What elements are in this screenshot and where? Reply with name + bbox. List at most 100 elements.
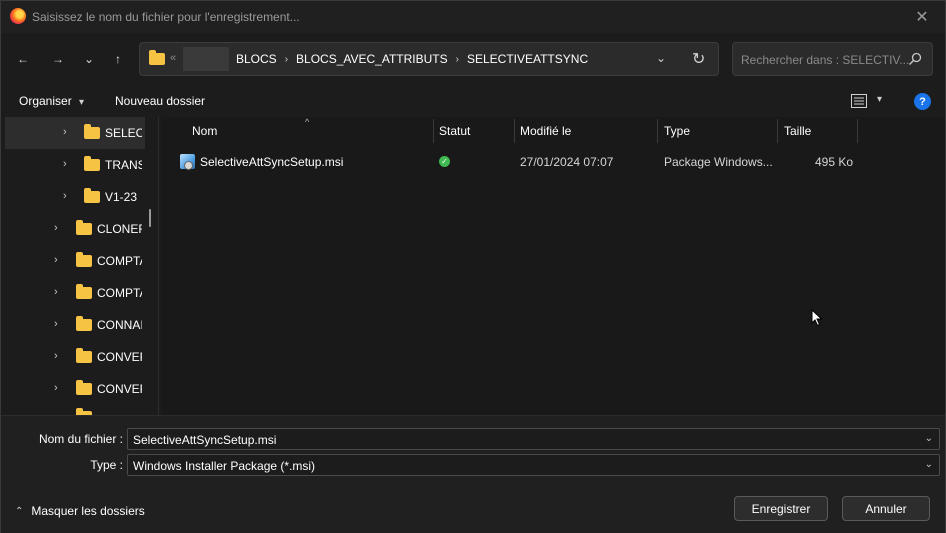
- hide-folders-label: Masquer les dossiers: [31, 504, 145, 518]
- column-header-name[interactable]: Nom ^: [161, 117, 433, 145]
- organize-button[interactable]: Organiser ▾: [19, 94, 84, 108]
- save-file-dialog: Saisissez le nom du fichier pour l'enreg…: [0, 0, 946, 533]
- chevron-right-icon[interactable]: ›: [54, 382, 58, 394]
- file-modified: 27/01/2024 07:07: [520, 155, 614, 169]
- column-label: Modifié le: [520, 124, 572, 138]
- column-header-modified[interactable]: Modifié le: [515, 117, 657, 145]
- tree-item-selectiveattsync[interactable]: › SELECTIVEATTSYNC: [5, 117, 145, 149]
- refresh-icon[interactable]: ↻: [692, 49, 705, 69]
- column-header-type[interactable]: Type: [658, 117, 777, 145]
- sort-ascending-icon: ^: [305, 117, 310, 127]
- folder-icon: [149, 50, 165, 65]
- tree-item-label: V1-23: [105, 190, 138, 204]
- forward-button[interactable]: →: [47, 48, 69, 70]
- save-button[interactable]: Enregistrer: [734, 496, 828, 521]
- column-label: Nom: [192, 124, 218, 138]
- filename-value: SelectiveAttSyncSetup.msi: [133, 433, 277, 447]
- file-list: Nom ^ Statut Modifié le Type Taille Sele…: [161, 117, 945, 415]
- column-divider[interactable]: [857, 119, 858, 143]
- close-button[interactable]: ✕: [899, 1, 945, 33]
- command-bar: Organiser ▾ Nouveau dossier ▾ ?: [1, 85, 945, 117]
- filename-label: Nom du fichier :: [38, 432, 123, 446]
- dialog-title: Saisissez le nom du fichier pour l'enreg…: [32, 10, 300, 24]
- address-dropdown-icon[interactable]: ⌄: [656, 51, 666, 65]
- folder-icon: [76, 220, 92, 235]
- firefox-icon: [10, 8, 26, 24]
- chevron-right-icon[interactable]: ›: [54, 350, 58, 362]
- folder-icon: [84, 124, 100, 139]
- recent-locations-button[interactable]: ⌄: [78, 48, 100, 70]
- tree-item-label: TRANSFERT: [105, 158, 142, 172]
- tree-item-label: CONVERSION: [97, 350, 142, 364]
- tree-item-label: CLONER: [97, 222, 142, 236]
- cancel-button[interactable]: Annuler: [842, 496, 930, 521]
- title-bar: Saisissez le nom du fichier pour l'enreg…: [1, 1, 945, 33]
- tree-item-cloner[interactable]: › CLONER: [5, 213, 145, 245]
- type-label: Type :: [90, 458, 123, 472]
- breadcrumb-item-blocs[interactable]: BLOCS: [236, 52, 277, 66]
- tree-item-label: COMPTAGE_BLOCS: [97, 286, 142, 300]
- tree-item-comptage-blocs[interactable]: › COMPTAGE_BLOCS: [5, 277, 145, 309]
- chevron-right-icon[interactable]: ›: [54, 318, 58, 330]
- search-input[interactable]: Rechercher dans : SELECTIV...: [732, 42, 933, 76]
- column-label: Type: [664, 124, 691, 138]
- new-folder-button[interactable]: Nouveau dossier: [115, 94, 205, 108]
- folder-icon: [76, 316, 92, 331]
- address-overflow-icon[interactable]: «: [170, 52, 176, 64]
- file-type-select[interactable]: Windows Installer Package (*.msi) ⌄: [127, 454, 940, 476]
- column-label: Statut: [439, 124, 471, 138]
- chevron-right-icon[interactable]: ›: [63, 158, 67, 170]
- file-type-value: Windows Installer Package (*.msi): [133, 459, 316, 473]
- address-bar[interactable]: « BLOCS › BLOCS_AVEC_ATTRIBUTS › SELECTI…: [139, 42, 719, 76]
- mouse-cursor-icon: [811, 309, 823, 327]
- chevron-up-icon: ⌃: [15, 505, 24, 517]
- tree-item-v1-23[interactable]: › V1-23: [5, 181, 145, 213]
- tree-item-convertir[interactable]: › CONVERTIR: [5, 373, 145, 405]
- tree-item-transfert[interactable]: › TRANSFERT: [5, 149, 145, 181]
- tree-item-comptage[interactable]: › COMPTAGE: [5, 245, 145, 277]
- tree-item-label: CONVERTIR: [97, 382, 142, 396]
- folder-icon: [76, 284, 92, 299]
- chevron-right-icon[interactable]: ›: [456, 54, 459, 65]
- chevron-down-icon[interactable]: ⌄: [925, 433, 933, 444]
- organize-label: Organiser: [19, 94, 72, 108]
- chevron-down-icon[interactable]: ⌄: [925, 459, 933, 470]
- table-row[interactable]: SelectiveAttSyncSetup.msi ✓ 27/01/2024 0…: [175, 151, 855, 173]
- chevron-right-icon[interactable]: ›: [63, 190, 67, 202]
- view-dropdown-icon[interactable]: ▾: [877, 94, 882, 105]
- tree-item-label: COMPTAGE: [97, 254, 142, 268]
- chevron-right-icon[interactable]: ›: [63, 126, 67, 138]
- folder-icon: [76, 348, 92, 363]
- breadcrumb-item-blocs-avec-attributs[interactable]: BLOCS_AVEC_ATTRIBUTS: [296, 52, 448, 66]
- tree-item-conversion[interactable]: › CONVERSION: [5, 341, 145, 373]
- tree-item-label: SELECTIVEATTSYNC: [105, 126, 142, 140]
- search-icon[interactable]: [908, 52, 922, 66]
- chevron-right-icon[interactable]: ›: [54, 286, 58, 298]
- column-label: Taille: [784, 124, 812, 138]
- folder-icon: [84, 188, 100, 203]
- chevron-right-icon[interactable]: ›: [54, 222, 58, 234]
- back-button[interactable]: ←: [12, 48, 34, 70]
- navigation-bar: ← → ⌄ ↑ « BLOCS › BLOCS_AVEC_ATTRIBUTS ›…: [1, 33, 945, 85]
- chevron-right-icon[interactable]: ›: [285, 54, 288, 65]
- breadcrumb-item-selectiveattsync[interactable]: SELECTIVEATTSYNC: [467, 52, 588, 66]
- search-placeholder: Rechercher dans : SELECTIV...: [741, 53, 910, 67]
- view-options-icon[interactable]: [851, 94, 867, 108]
- tree-item-connaissance[interactable]: › CONNAISSANCE: [5, 309, 145, 341]
- file-type: Package Windows...: [664, 155, 773, 169]
- up-button[interactable]: ↑: [107, 48, 129, 70]
- filename-input[interactable]: SelectiveAttSyncSetup.msi ⌄: [127, 428, 940, 450]
- help-icon[interactable]: ?: [914, 93, 931, 110]
- caret-down-icon: ▾: [79, 97, 85, 108]
- sidebar-scrollbar[interactable]: [149, 209, 151, 227]
- chevron-right-icon[interactable]: ›: [54, 254, 58, 266]
- file-size: 495 Ko: [815, 155, 854, 169]
- file-name: SelectiveAttSyncSetup.msi: [200, 155, 344, 169]
- folder-icon: [76, 380, 92, 395]
- hide-folders-button[interactable]: ⌃ Masquer les dossiers: [15, 504, 145, 518]
- folder-icon: [84, 156, 100, 171]
- column-header-size[interactable]: Taille: [778, 117, 858, 145]
- redacted-path-segment: [183, 47, 229, 71]
- column-header-status[interactable]: Statut: [434, 117, 514, 145]
- save-options-panel: Nom du fichier : SelectiveAttSyncSetup.m…: [1, 415, 945, 533]
